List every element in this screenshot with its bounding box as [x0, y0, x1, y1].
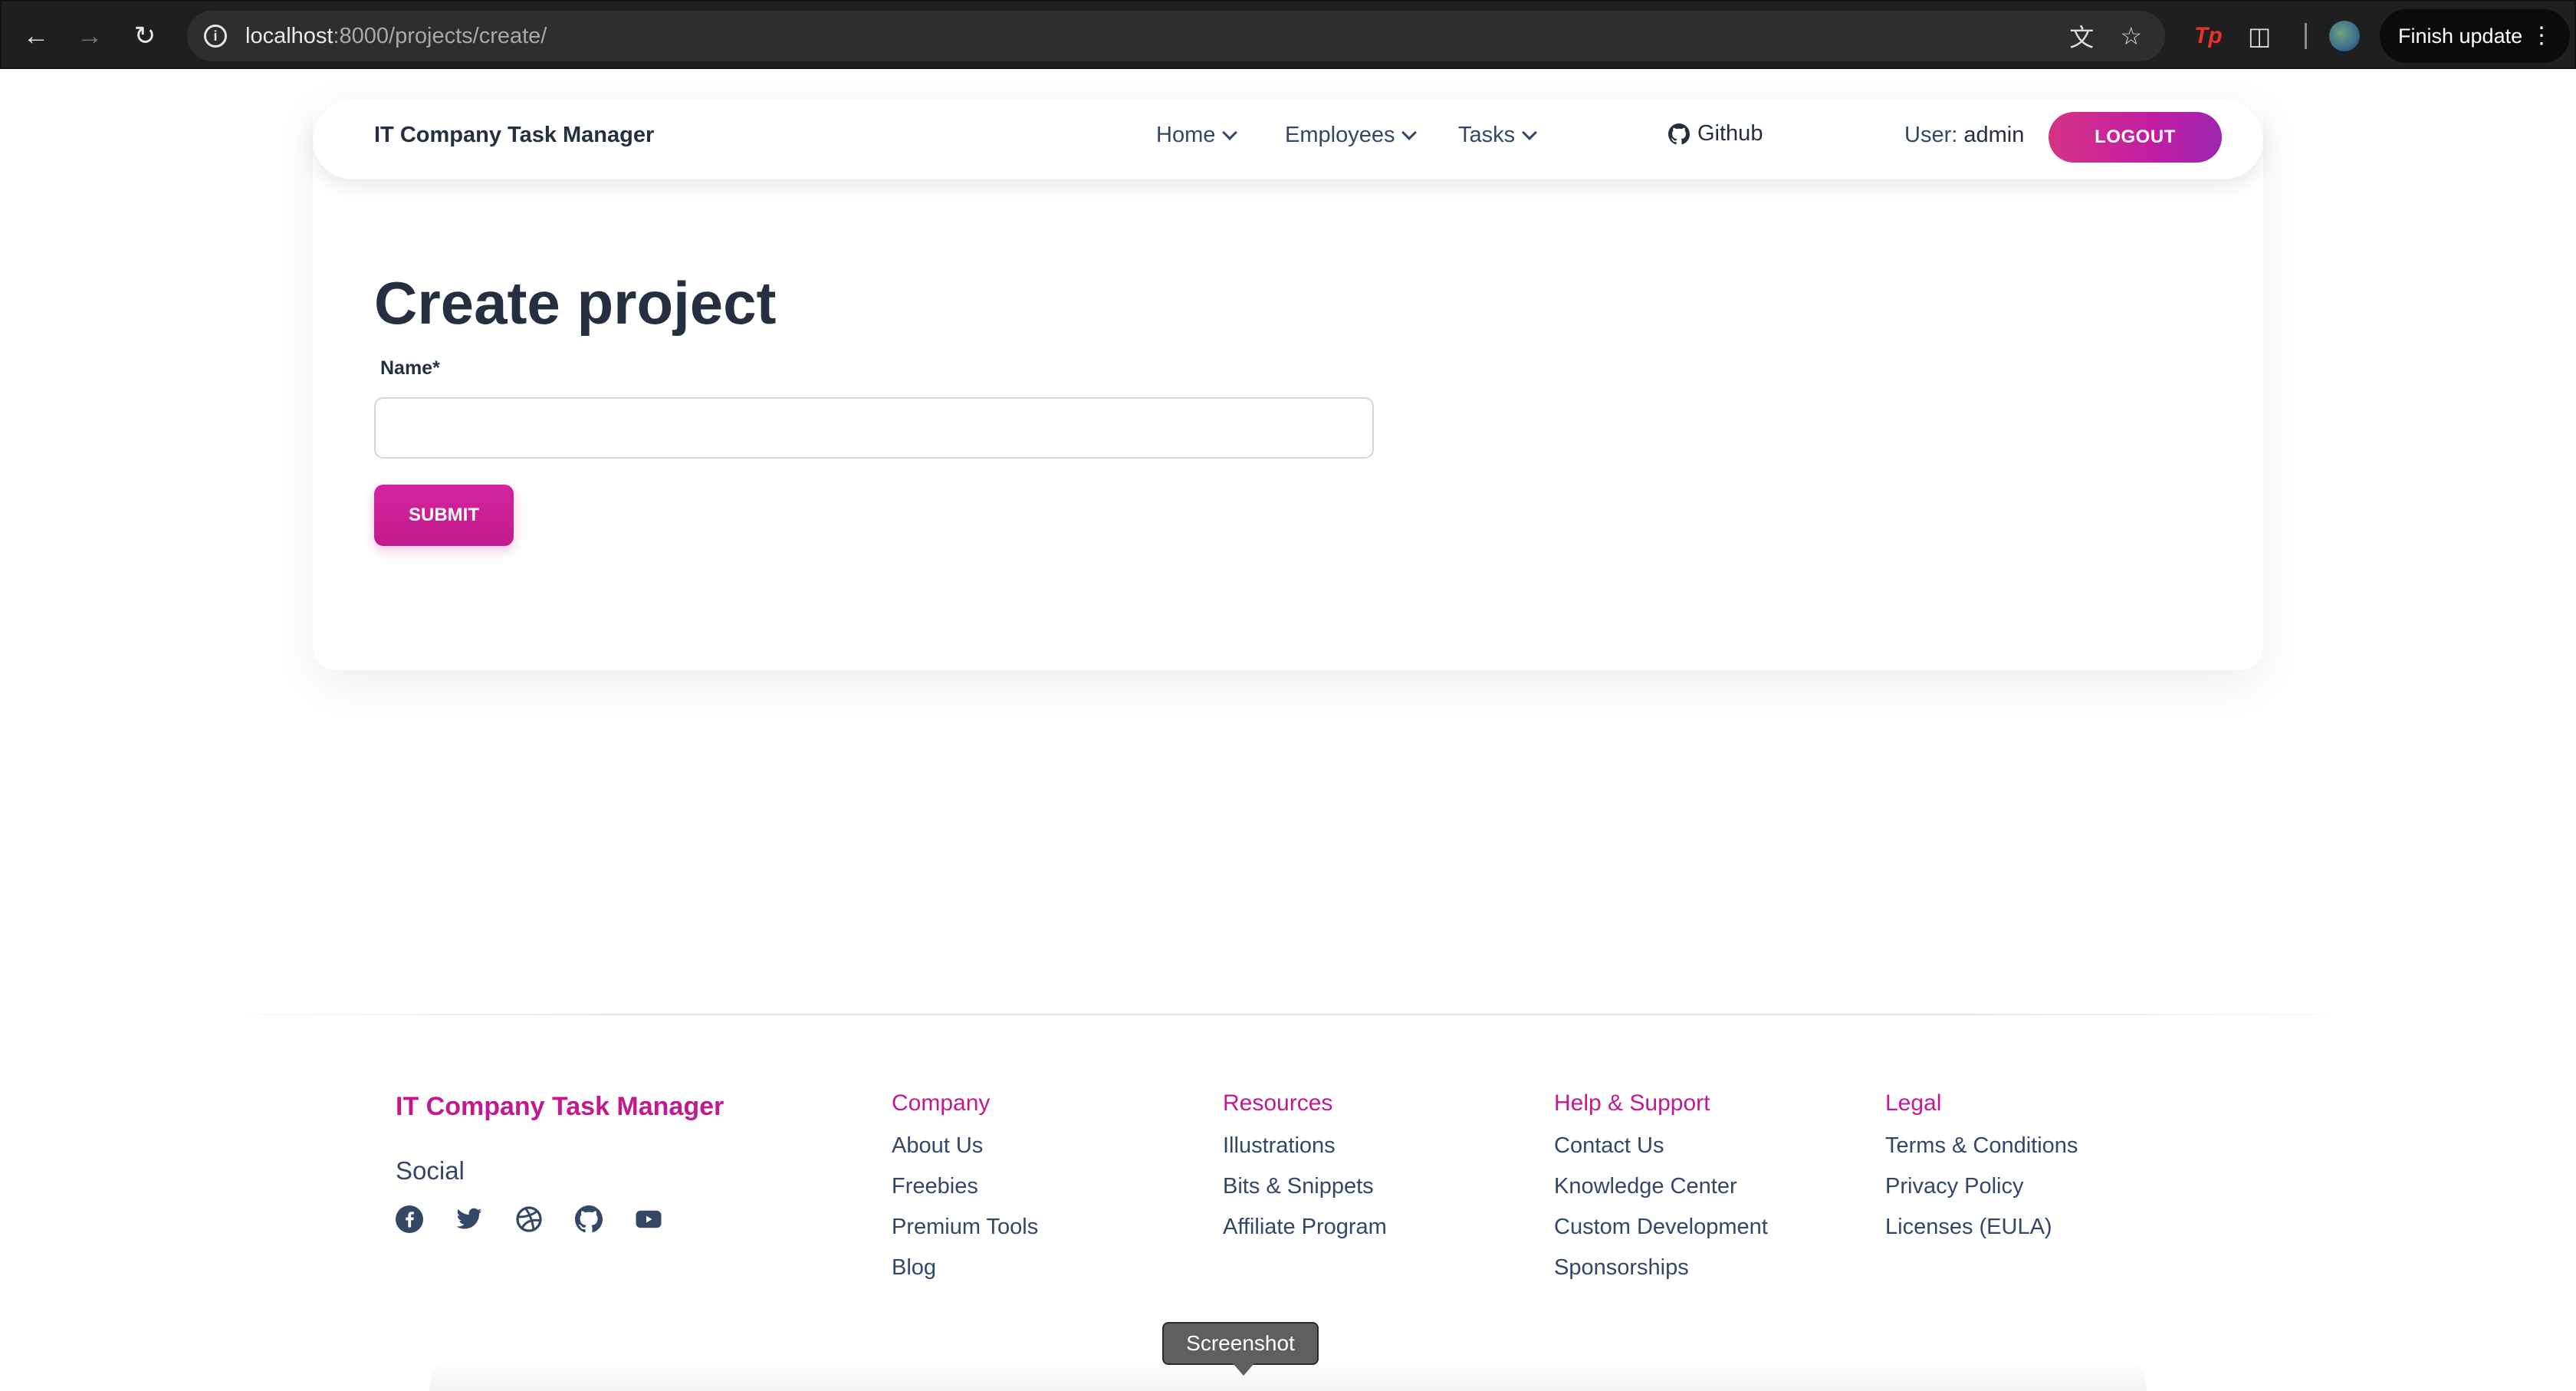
chevron-down-icon — [1522, 124, 1538, 140]
footer-link[interactable]: Illustrations — [1223, 1132, 1387, 1172]
footer-link[interactable]: Affiliate Program — [1223, 1213, 1387, 1254]
dribbble-icon[interactable] — [515, 1205, 543, 1233]
toolbar-divider — [2305, 23, 2307, 49]
footer-column-resources: Resources Illustrations Bits & Snippets … — [1223, 1090, 1387, 1254]
forward-icon[interactable]: → — [71, 17, 109, 55]
tp-extension-icon[interactable]: Tp — [2194, 17, 2223, 55]
footer-heading: Resources — [1223, 1090, 1333, 1116]
footer-link[interactable]: Bits & Snippets — [1223, 1172, 1387, 1213]
top-navbar: IT Company Task Manager Home Employees T… — [313, 100, 2263, 179]
page-title: Create project — [374, 269, 777, 337]
facebook-icon[interactable] — [396, 1205, 423, 1233]
footer-divider — [184, 1014, 2392, 1015]
github-icon[interactable] — [575, 1205, 603, 1233]
extensions-puzzle-icon[interactable]: ◫ — [2248, 17, 2271, 55]
menu-kebab-icon[interactable]: ⋮ — [2530, 23, 2553, 49]
footer-link[interactable]: Premium Tools — [892, 1213, 1038, 1254]
footer-heading: Company — [892, 1090, 991, 1116]
footer-link[interactable]: Custom Development — [1554, 1213, 1768, 1254]
back-icon[interactable]: ← — [17, 17, 55, 55]
logout-button[interactable]: LOGOUT — [2049, 112, 2222, 163]
browser-toolbar: ← → ↻ i localhost:8000/projects/create/ … — [0, 0, 2576, 69]
name-field-label: Name* — [380, 357, 440, 379]
submit-button[interactable]: SUBMIT — [374, 485, 514, 546]
github-link[interactable]: Github — [1668, 121, 1763, 146]
footer-column-help: Help & Support Contact Us Knowledge Cent… — [1554, 1090, 1768, 1294]
name-field[interactable] — [374, 397, 1374, 459]
translate-icon[interactable]: 文 — [2069, 18, 2094, 54]
footer-link[interactable]: About Us — [892, 1132, 1038, 1172]
footer-link[interactable]: Knowledge Center — [1554, 1172, 1768, 1213]
social-links — [396, 1205, 662, 1233]
nav-home[interactable]: Home — [1156, 123, 1238, 148]
footer-column-company: Company About Us Freebies Premium Tools … — [892, 1090, 1038, 1294]
finish-update-button[interactable]: Finish update ⋮ — [2380, 9, 2570, 63]
social-title: Social — [396, 1156, 465, 1185]
nav-tasks[interactable]: Tasks — [1458, 123, 1538, 148]
footer-heading: Legal — [1885, 1090, 1942, 1116]
twitter-icon[interactable] — [455, 1205, 483, 1233]
bookmark-star-icon[interactable]: ☆ — [2120, 21, 2142, 51]
nav-employees[interactable]: Employees — [1285, 123, 1418, 148]
reload-icon[interactable]: ↻ — [126, 17, 164, 55]
profile-avatar[interactable] — [2329, 17, 2360, 55]
footer-link[interactable]: Contact Us — [1554, 1132, 1768, 1172]
footer-heading: Help & Support — [1554, 1090, 1710, 1116]
github-icon — [1668, 123, 1690, 144]
current-user: User: admin — [1904, 123, 2025, 147]
footer-link[interactable]: Privacy Policy — [1885, 1172, 2078, 1213]
footer-link[interactable]: Freebies — [892, 1172, 1038, 1213]
footer-link[interactable]: Blog — [892, 1254, 1038, 1294]
site-info-icon[interactable]: i — [204, 25, 227, 48]
footer-link[interactable]: Licenses (EULA) — [1885, 1213, 2078, 1254]
footer-link[interactable]: Terms & Conditions — [1885, 1132, 2078, 1172]
url-text[interactable]: localhost:8000/projects/create/ — [245, 24, 547, 49]
footer-link[interactable]: Sponsorships — [1554, 1254, 1768, 1294]
footer-brand[interactable]: IT Company Task Manager — [396, 1092, 724, 1122]
chevron-down-icon — [1222, 124, 1238, 140]
address-bar[interactable]: i localhost:8000/projects/create/ 文 ☆ — [187, 11, 2165, 61]
screenshot-tooltip: Screenshot — [1162, 1322, 1319, 1376]
chevron-down-icon — [1401, 124, 1418, 140]
footer-column-legal: Legal Terms & Conditions Privacy Policy … — [1885, 1090, 2078, 1254]
main-card — [313, 95, 2263, 670]
youtube-icon[interactable] — [635, 1205, 662, 1233]
navbar-brand[interactable]: IT Company Task Manager — [374, 123, 654, 148]
